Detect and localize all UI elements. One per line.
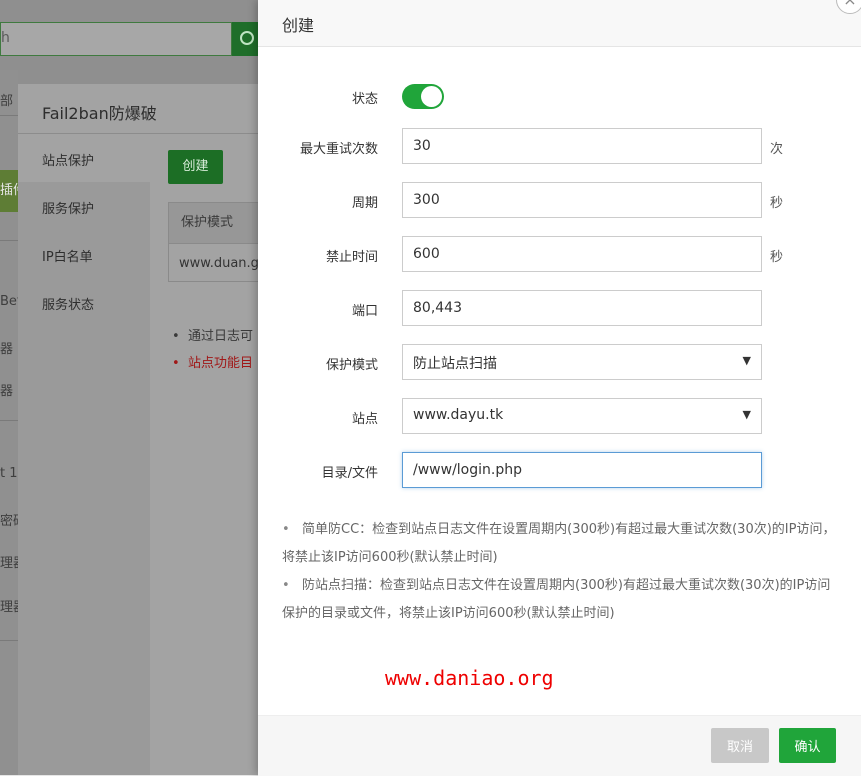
- background-sidebar-item: 器: [0, 384, 14, 399]
- ban-time-label: 禁止时间: [325, 250, 378, 265]
- divider: [0, 420, 18, 421]
- watermark: www.daniao.org: [385, 666, 554, 690]
- confirm-button[interactable]: 确认: [779, 728, 836, 763]
- cancel-button[interactable]: 取消: [711, 728, 769, 763]
- ban-time-input[interactable]: [402, 236, 762, 272]
- period-label: 周期: [351, 196, 378, 211]
- period-input[interactable]: [402, 182, 762, 218]
- panel-menu-label: 站点保护: [42, 154, 95, 169]
- background-search-input: h: [0, 22, 232, 56]
- panel-create-button: 创建: [168, 150, 223, 184]
- panel-menu-item-ip-whitelist: IP白名单: [42, 250, 93, 265]
- background-search-text: h: [1, 30, 10, 46]
- ban-time-unit: 秒: [770, 250, 784, 265]
- site-label: 站点: [351, 412, 378, 427]
- panel-menu-item-service-protection: 服务保护: [42, 202, 95, 217]
- panel-menu-item-service-status: 服务状态: [42, 298, 95, 313]
- path-input[interactable]: [402, 452, 762, 488]
- port-input[interactable]: [402, 290, 762, 326]
- mode-selected-value: 防止站点扫描: [413, 356, 497, 372]
- status-toggle[interactable]: [402, 84, 444, 109]
- status-label: 状态: [351, 92, 378, 107]
- toggle-knob: [421, 86, 442, 107]
- dialog-header: 创建: [258, 0, 861, 47]
- max-retry-input[interactable]: [402, 128, 762, 164]
- background-sidebar-item: 部: [0, 94, 14, 109]
- max-retry-unit: 次: [770, 142, 784, 157]
- site-select[interactable]: www.dayu.tk ▼: [402, 398, 762, 434]
- search-icon: [240, 31, 254, 45]
- divider: [0, 115, 18, 116]
- caret-down-icon: ▼: [742, 354, 751, 367]
- panel-note-text: 站点功能目: [187, 356, 253, 371]
- tip-text: 简单防CC：检查到站点日志文件在设置周期内(300秒)有超过最大重试次数(30次…: [282, 522, 836, 565]
- fail2ban-panel: Fail2ban防爆破 站点保护 服务保护 IP白名单 服务状态 创建 保护模式…: [18, 84, 279, 775]
- create-dialog: 创建 × 状态 最大重试次数 次 周期 秒 禁止时间 秒 端口 保护模式 防止站…: [258, 0, 861, 776]
- port-label: 端口: [351, 304, 378, 319]
- divider: [0, 640, 18, 641]
- tip-text: 防站点扫描：检查到站点日志文件在设置周期内(300秒)有超过最大重试次数(30次…: [282, 578, 831, 621]
- dialog-footer: 取消 确认: [258, 715, 861, 776]
- panel-note: • 通过日志可: [172, 329, 253, 344]
- panel-note-warning: • 站点功能目: [172, 356, 253, 371]
- bullet-icon: •: [282, 578, 290, 593]
- path-label: 目录/文件: [321, 466, 378, 481]
- divider: [0, 240, 18, 241]
- panel-note-text: 通过日志可: [187, 329, 253, 344]
- mode-select[interactable]: 防止站点扫描 ▼: [402, 344, 762, 380]
- panel-title: Fail2ban防爆破: [42, 104, 157, 123]
- background-sidebar-item: 插件: [0, 170, 18, 212]
- panel-menu-item-site-protection: 站点保护: [18, 134, 150, 182]
- bullet-icon: •: [282, 522, 290, 537]
- max-retry-label: 最大重试次数: [299, 142, 378, 157]
- site-selected-value: www.dayu.tk: [413, 407, 504, 423]
- mode-label: 保护模式: [325, 358, 378, 373]
- caret-down-icon: ▼: [742, 408, 751, 421]
- background-sidebar-item: 器: [0, 342, 14, 357]
- dialog-title: 创建: [282, 16, 315, 35]
- background-sidebar: 部 插件 Beta 器 器 t 1. 密码 理器 理器: [0, 70, 30, 775]
- tip-item: • 简单防CC：检查到站点日志文件在设置周期内(300秒)有超过最大重试次数(30…: [282, 516, 842, 572]
- tip-item: • 防站点扫描：检查到站点日志文件在设置周期内(300秒)有超过最大重试次数(30…: [282, 572, 842, 628]
- tips-list: • 简单防CC：检查到站点日志文件在设置周期内(300秒)有超过最大重试次数(30…: [282, 516, 842, 628]
- panel-menu: 站点保护 服务保护 IP白名单 服务状态: [18, 134, 150, 775]
- period-unit: 秒: [770, 196, 784, 211]
